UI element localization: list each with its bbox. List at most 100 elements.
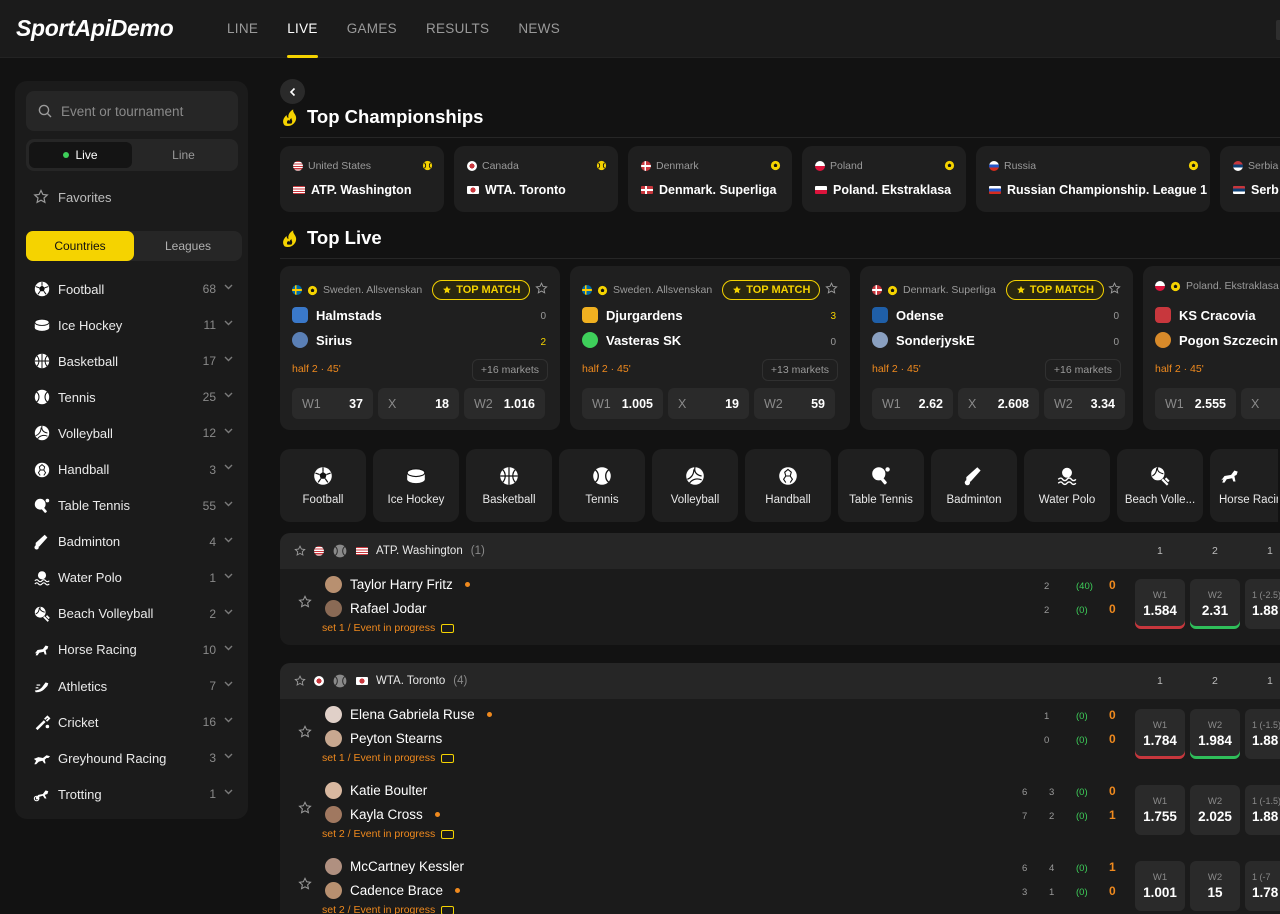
chevron-down-icon[interactable] — [224, 645, 233, 651]
search-box[interactable] — [26, 91, 238, 131]
championship-card[interactable]: United States ATP. Washington — [280, 146, 444, 212]
chevron-down-icon[interactable] — [224, 464, 233, 470]
odds-button[interactable]: 1 (-7 1.78 — [1245, 861, 1280, 911]
sidebar-sport-item[interactable]: Greyhound Racing 3 — [26, 740, 242, 776]
event-row[interactable]: Katie Boulter Kayla Cross set 2 / Event … — [280, 775, 1280, 851]
odds-button[interactable]: X — [1241, 388, 1280, 419]
statistics-icon[interactable] — [441, 829, 455, 839]
sport-tile[interactable]: Table Tennis — [838, 449, 924, 522]
nav-news[interactable]: NEWS — [518, 0, 560, 58]
sport-tile[interactable]: Basketball — [466, 449, 552, 522]
chevron-down-icon[interactable] — [224, 320, 233, 326]
chevron-down-icon[interactable] — [224, 753, 233, 759]
favorite-star-icon[interactable] — [298, 725, 312, 739]
chevron-down-icon[interactable] — [224, 789, 233, 795]
logo[interactable]: SportApiDemo — [16, 15, 174, 42]
sport-tile[interactable]: Beach Volle... — [1117, 449, 1203, 522]
back-button[interactable] — [280, 79, 305, 104]
sidebar-sport-item[interactable]: Trotting 1 — [26, 776, 242, 812]
championship-card[interactable]: Serbia Serb — [1220, 146, 1280, 212]
more-markets-button[interactable]: +16 markets — [471, 359, 548, 381]
sidebar-sport-item[interactable]: Beach Volleyball 2 — [26, 596, 242, 632]
odds-button[interactable]: W1 37 — [292, 388, 373, 419]
odds-button[interactable]: X 2.608 — [958, 388, 1039, 419]
event-row[interactable]: Taylor Harry Fritz Rafael Jodar set 1 / … — [280, 569, 1280, 645]
sport-tile[interactable]: Horse Racin — [1210, 449, 1278, 522]
odds-button[interactable]: W1 1.784 — [1135, 709, 1185, 759]
chevron-down-icon[interactable] — [224, 284, 233, 290]
sport-tile[interactable]: Handball — [745, 449, 831, 522]
nav-games[interactable]: GAMES — [347, 0, 397, 58]
more-markets-button[interactable]: +13 markets — [761, 359, 838, 381]
sidebar-sport-item[interactable]: Basketball 17 — [26, 343, 242, 379]
odds-button[interactable]: W1 1.001 — [1135, 861, 1185, 911]
sidebar-sport-item[interactable]: Handball 3 — [26, 451, 242, 487]
favorite-star-icon[interactable] — [294, 675, 306, 687]
odds-button[interactable]: 1 (-2.5) 1.88 — [1245, 579, 1280, 629]
odds-button[interactable]: W1 2.62 — [872, 388, 953, 419]
favorite-star-icon[interactable] — [298, 595, 312, 609]
sidebar-sport-item[interactable]: Volleyball 12 — [26, 415, 242, 451]
statistics-icon[interactable] — [441, 905, 455, 914]
favorite-star-icon[interactable] — [294, 545, 306, 557]
odds-button[interactable]: W2 2.31 — [1190, 579, 1240, 629]
favorite-star-icon[interactable] — [825, 282, 838, 295]
championship-card[interactable]: Poland Poland. Ekstraklasa — [802, 146, 966, 212]
odds-button[interactable]: W1 1.584 — [1135, 579, 1185, 629]
nav-line[interactable]: LINE — [227, 0, 258, 58]
sidebar-sport-item[interactable]: Ice Hockey 11 — [26, 307, 242, 343]
sidebar-sport-item[interactable]: Table Tennis 55 — [26, 488, 242, 524]
search-input[interactable] — [61, 103, 221, 119]
sidebar-sport-item[interactable]: Football 68 — [26, 271, 242, 307]
chevron-down-icon[interactable] — [224, 609, 233, 615]
favorites-link[interactable]: Favorites — [33, 189, 111, 205]
sidebar-sport-item[interactable]: Tennis 25 — [26, 379, 242, 415]
top-live-card[interactable]: Denmark. Superliga TOP MATCH Odense Sonde… — [860, 266, 1133, 430]
favorite-star-icon[interactable] — [1108, 282, 1121, 295]
odds-button[interactable]: X 18 — [378, 388, 459, 419]
more-markets-button[interactable]: +16 markets — [1044, 359, 1121, 381]
championship-card[interactable]: Canada WTA. Toronto — [454, 146, 618, 212]
chevron-down-icon[interactable] — [224, 681, 233, 687]
group-tab-countries[interactable]: Countries — [26, 231, 134, 261]
odds-button[interactable]: W2 59 — [754, 388, 835, 419]
statistics-icon[interactable] — [441, 753, 455, 763]
sport-tile[interactable]: Badminton — [931, 449, 1017, 522]
odds-button[interactable]: W2 1.016 — [464, 388, 545, 419]
chevron-down-icon[interactable] — [224, 356, 233, 362]
odds-button[interactable]: W1 1.005 — [582, 388, 663, 419]
odds-button[interactable]: W1 1.755 — [1135, 785, 1185, 835]
sidebar-sport-item[interactable]: Water Polo 1 — [26, 560, 242, 596]
mode-tab-line[interactable]: Line — [132, 142, 235, 168]
group-tab-leagues[interactable]: Leagues — [134, 231, 242, 261]
top-live-card[interactable]: Poland. Ekstraklasa KS Cracovia Pogon Sz… — [1143, 266, 1280, 430]
favorite-star-icon[interactable] — [298, 877, 312, 891]
sidebar-sport-item[interactable]: Horse Racing 10 — [26, 632, 242, 668]
sidebar-sport-item[interactable]: Cricket 16 — [26, 704, 242, 740]
odds-button[interactable]: 1 (-1.5) 1.88 — [1245, 709, 1280, 759]
event-row[interactable]: McCartney Kessler Cadence Brace set 2 / … — [280, 851, 1280, 914]
favorite-star-icon[interactable] — [535, 282, 548, 295]
chevron-down-icon[interactable] — [224, 536, 233, 543]
chevron-down-icon[interactable] — [224, 717, 233, 723]
statistics-icon[interactable] — [441, 623, 455, 633]
sport-tile[interactable]: Water Polo — [1024, 449, 1110, 522]
odds-button[interactable]: 1 (-1.5) 1.88 — [1245, 785, 1280, 835]
tournament-header[interactable]: WTA. Toronto (4) 1 2 1 — [280, 663, 1280, 699]
sport-tile[interactable]: Football — [280, 449, 366, 522]
sport-tile[interactable]: Tennis — [559, 449, 645, 522]
mode-tab-live[interactable]: Live — [29, 142, 132, 168]
sport-tile[interactable]: Ice Hockey — [373, 449, 459, 522]
sidebar-sport-item[interactable]: Badminton 4 — [26, 524, 242, 560]
championship-card[interactable]: Russia Russian Championship. League 1 — [976, 146, 1210, 212]
nav-live[interactable]: LIVE — [287, 0, 319, 58]
chevron-down-icon[interactable] — [224, 428, 233, 434]
header-control-edge[interactable] — [1276, 20, 1280, 40]
sport-tile[interactable]: Volleyball — [652, 449, 738, 522]
odds-button[interactable]: W2 1.984 — [1190, 709, 1240, 759]
top-live-card[interactable]: Sweden. Allsvenskan TOP MATCH Halmstads S… — [280, 266, 560, 430]
sidebar-sport-item[interactable]: Athletics 7 — [26, 668, 242, 704]
odds-button[interactable]: W1 2.555 — [1155, 388, 1236, 419]
tournament-header[interactable]: ATP. Washington (1) 1 2 1 — [280, 533, 1280, 569]
chevron-down-icon[interactable] — [224, 392, 233, 398]
